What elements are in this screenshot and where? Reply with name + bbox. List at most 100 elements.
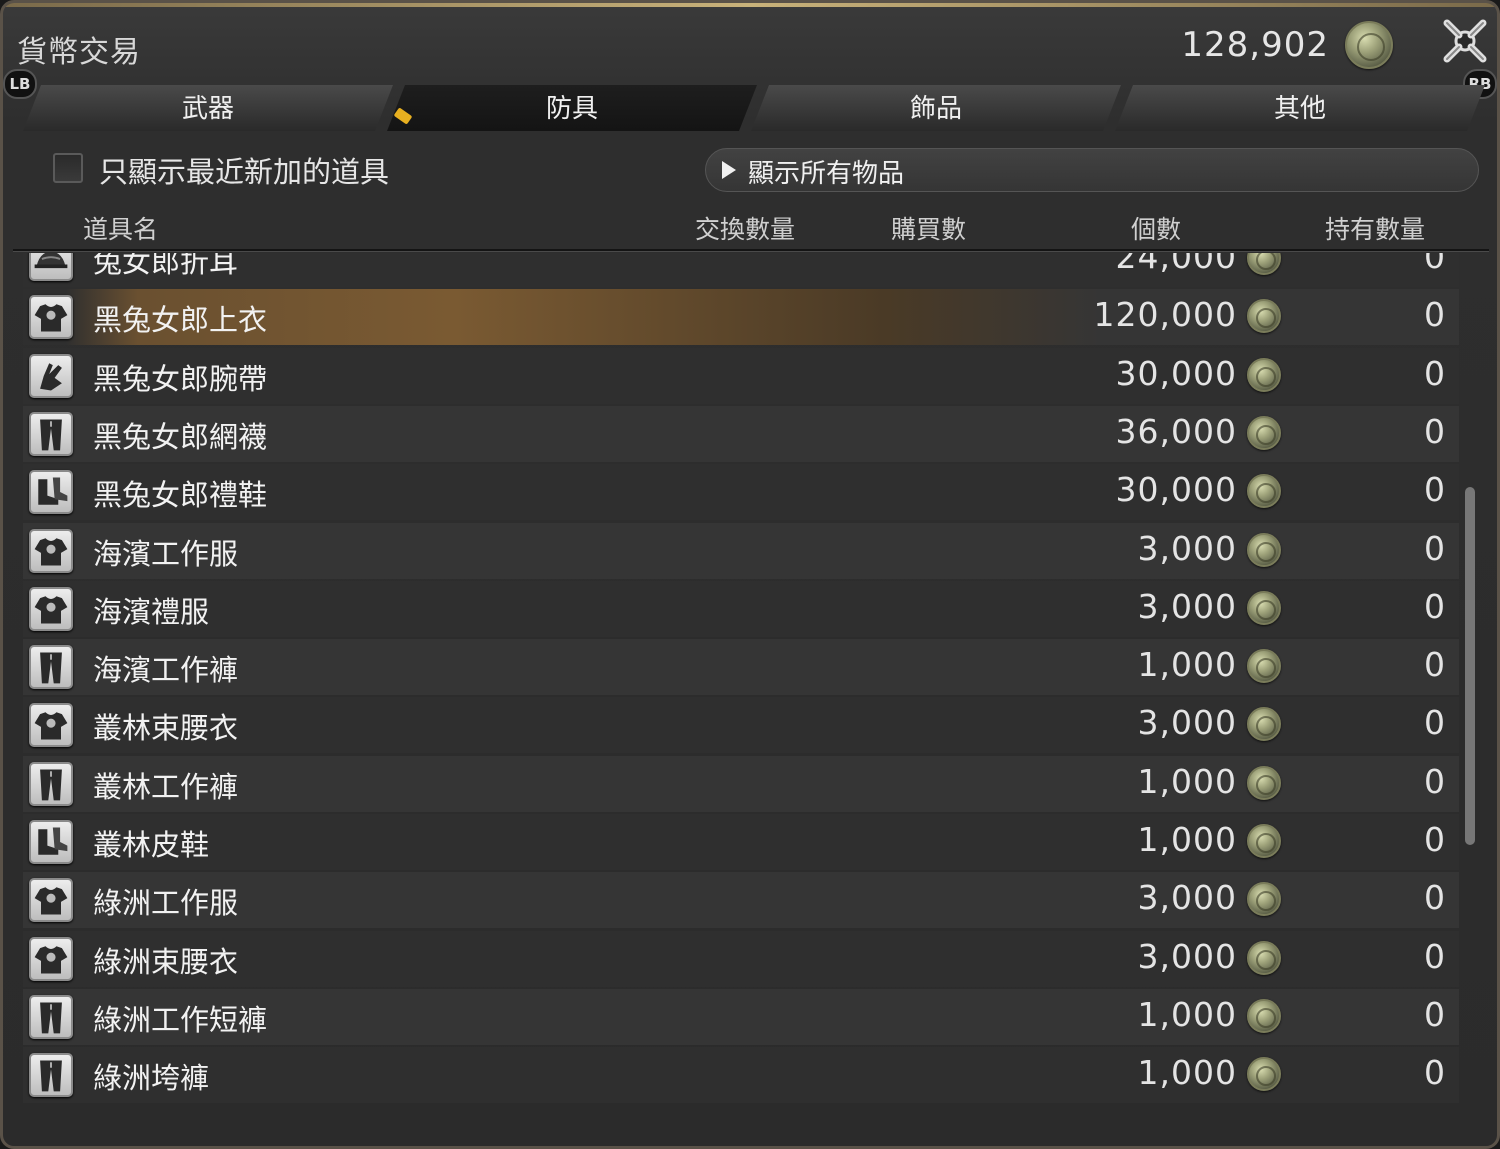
item-name: 綠洲工作服: [93, 886, 239, 921]
coin-icon: [1247, 882, 1281, 917]
item-row[interactable]: 叢林皮鞋 1,000 0: [23, 814, 1459, 870]
coin-icon: [1247, 532, 1281, 567]
item-price: 3,000: [1137, 878, 1237, 918]
coin-icon: [1247, 474, 1281, 509]
coin-icon: [1247, 357, 1281, 392]
item-price: 24,000: [1115, 253, 1237, 276]
item-price: 36,000: [1115, 411, 1237, 451]
item-owned-count: 0: [1424, 994, 1445, 1034]
item-name: 叢林皮鞋: [93, 828, 210, 862]
coin-icon: [1345, 21, 1393, 69]
item-owned-count: 0: [1424, 253, 1445, 276]
tab-other[interactable]: 其他: [1115, 85, 1485, 131]
item-owned-count: 0: [1424, 586, 1445, 626]
item-price: 1,000: [1137, 1053, 1237, 1093]
boots-icon: [29, 470, 73, 515]
column-header-price: 個數: [1131, 215, 1182, 244]
item-name: 黑兔女郎腕帶: [93, 361, 268, 396]
item-name: 海濱禮服: [93, 594, 210, 629]
item-row[interactable]: 海濱禮服 3,000 0: [23, 580, 1459, 637]
legs-icon: [29, 411, 73, 456]
coin-icon: [1247, 765, 1281, 800]
item-name: 綠洲工作短褲: [93, 1002, 268, 1037]
coin-icon: [1247, 707, 1281, 742]
column-header-owned: 持有數量: [1325, 215, 1426, 244]
tab-armor[interactable]: 防具: [387, 85, 757, 131]
recent-items-label: 只顯示最近新加的道具: [99, 155, 390, 189]
close-icon[interactable]: [1441, 17, 1489, 65]
item-owned-count: 0: [1424, 295, 1445, 335]
column-header-purchase-qty: 購買數: [891, 215, 967, 244]
item-name: 綠洲束腰衣: [93, 944, 239, 979]
window-title: 貨幣交易: [17, 35, 141, 70]
coin-icon: [1247, 998, 1281, 1033]
tab-accessories[interactable]: 飾品: [751, 85, 1121, 131]
item-row[interactable]: 綠洲工作服 3,000 0: [23, 872, 1459, 929]
item-name: 叢林工作褲: [93, 769, 239, 804]
play-arrow-icon: [722, 161, 736, 179]
item-row[interactable]: 黑兔女郎網襪 36,000 0: [23, 405, 1459, 462]
item-price: 3,000: [1137, 936, 1237, 976]
item-name: 兔女郎折耳: [93, 253, 239, 279]
boots-icon: [29, 820, 73, 864]
item-row[interactable]: 黑兔女郎禮鞋 30,000 0: [23, 464, 1459, 521]
item-owned-count: 0: [1424, 1053, 1445, 1093]
headgear-icon: [29, 253, 73, 281]
item-name: 叢林束腰衣: [93, 711, 239, 746]
item-row[interactable]: 綠洲束腰衣 3,000 0: [23, 930, 1459, 987]
item-row[interactable]: 海濱工作服 3,000 0: [23, 522, 1459, 579]
item-price: 120,000: [1093, 295, 1237, 335]
item-list: 兔女郎折耳 24,000 0 黑兔女郎上衣 120,000 0 黑兔女郎腕帶 30,000 0 黑…: [13, 253, 1463, 1119]
body-armor-icon: [29, 878, 73, 923]
coin-icon: [1247, 1057, 1281, 1092]
item-price: 1,000: [1137, 820, 1237, 859]
item-filter-dropdown[interactable]: 顯示所有物品: [705, 148, 1479, 192]
item-row[interactable]: 叢林束腰衣 3,000 0: [23, 697, 1459, 754]
body-armor-icon: [29, 936, 73, 981]
coin-icon: [1247, 940, 1281, 975]
coin-icon: [1247, 590, 1281, 625]
gloves-icon: [29, 353, 73, 398]
item-name: 綠洲垮褲: [93, 1061, 210, 1096]
item-owned-count: 0: [1424, 703, 1445, 743]
body-armor-icon: [29, 703, 73, 748]
item-owned-count: 0: [1424, 411, 1445, 451]
item-name: 海濱工作服: [93, 536, 239, 571]
legs-icon: [29, 994, 73, 1039]
recent-items-checkbox[interactable]: [53, 153, 83, 183]
category-tabs: 武器 防具 飾品 其他: [23, 85, 1483, 133]
coin-icon: [1247, 299, 1281, 334]
item-price: 1,000: [1137, 761, 1237, 801]
item-price: 30,000: [1115, 353, 1237, 393]
item-owned-count: 0: [1424, 936, 1445, 976]
item-price: 1,000: [1137, 645, 1237, 685]
column-header-exchange-qty: 交換數量: [695, 215, 796, 244]
item-row[interactable]: 黑兔女郎腕帶 30,000 0: [23, 347, 1459, 404]
item-row[interactable]: 綠洲垮褲 1,000 0: [23, 1047, 1459, 1104]
item-price: 1,000: [1137, 994, 1237, 1034]
item-price: 3,000: [1137, 586, 1237, 626]
list-scrollbar[interactable]: [1465, 487, 1475, 845]
item-row[interactable]: 海濱工作褲 1,000 0: [23, 639, 1459, 696]
item-owned-count: 0: [1424, 878, 1445, 918]
item-row[interactable]: 兔女郎折耳 24,000 0: [23, 253, 1459, 287]
coin-icon: [1247, 253, 1281, 275]
item-owned-count: 0: [1424, 645, 1445, 685]
legs-icon: [29, 761, 73, 806]
coin-icon: [1247, 824, 1281, 858]
item-owned-count: 0: [1424, 528, 1445, 568]
item-name: 黑兔女郎上衣: [93, 303, 268, 338]
body-armor-icon: [29, 528, 73, 573]
item-filter-label: 顯示所有物品: [748, 159, 905, 189]
item-owned-count: 0: [1424, 470, 1445, 510]
item-owned-count: 0: [1424, 761, 1445, 801]
item-row[interactable]: 叢林工作褲 1,000 0: [23, 755, 1459, 812]
item-row[interactable]: 黑兔女郎上衣 120,000 0: [23, 289, 1459, 346]
item-row[interactable]: 綠洲工作短褲 1,000 0: [23, 988, 1459, 1045]
tab-weapons[interactable]: 武器: [23, 85, 393, 131]
currency-amount: 128,902: [1181, 25, 1329, 65]
currency-exchange-window: 貨幣交易 128,902 LB RB 武器 防具 飾品 其他 只顯示最近新加的道…: [0, 0, 1500, 1149]
legs-icon: [29, 645, 73, 690]
legs-icon: [29, 1053, 73, 1098]
column-header-name: 道具名: [83, 215, 159, 244]
